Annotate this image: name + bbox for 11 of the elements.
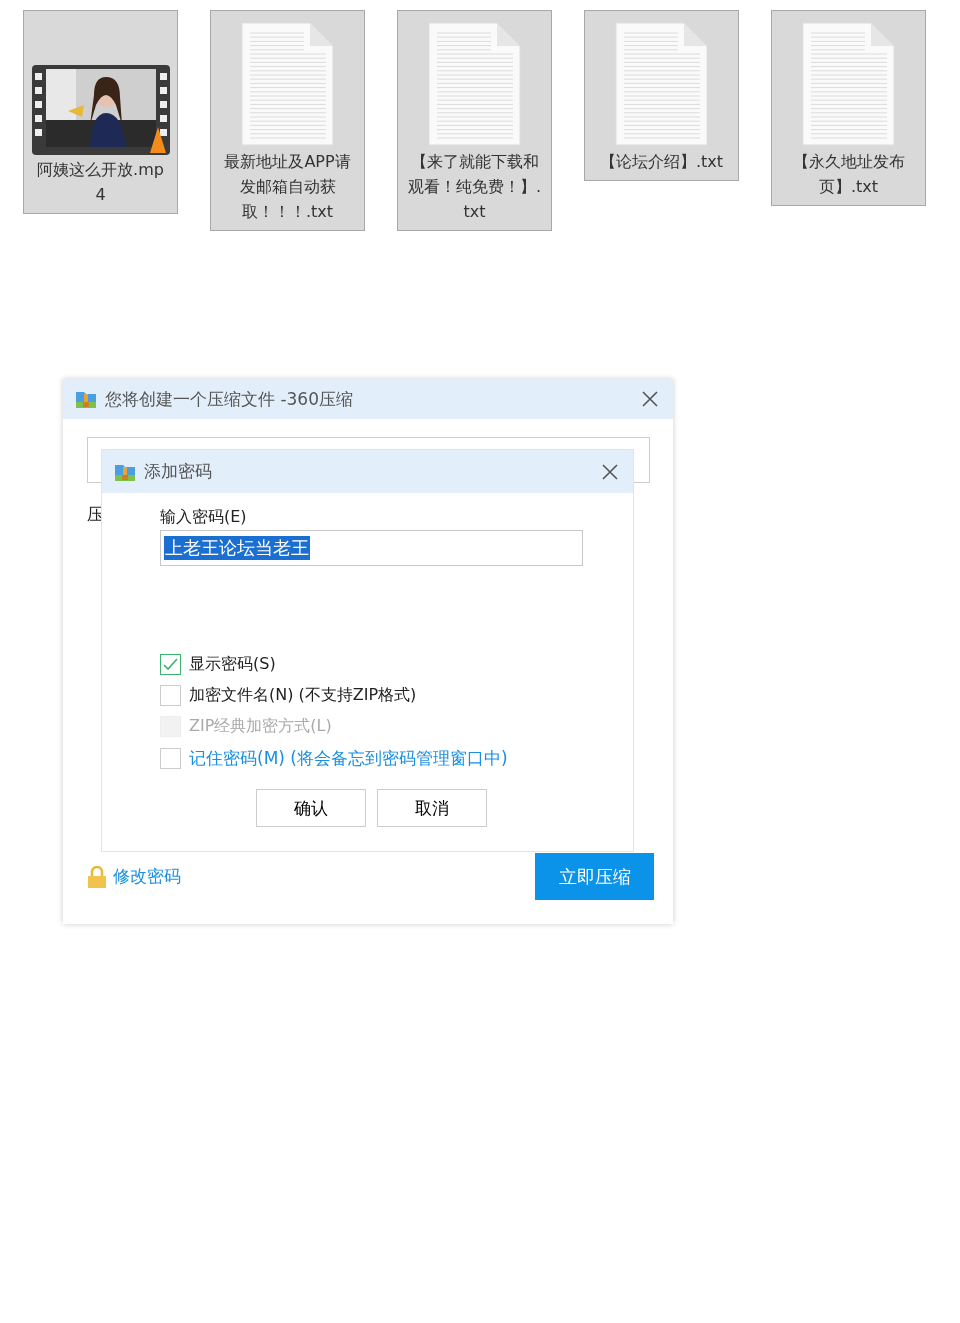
file-name: 阿姨这么开放.mp4 — [36, 159, 165, 206]
field-label: 输入密码(E) — [160, 507, 248, 528]
window-title: 添加密码 — [144, 460, 213, 483]
file-name: 【来了就能下载和观看！纯免费！】.txt — [407, 151, 542, 223]
option-label: 显示密码(S) — [189, 654, 276, 675]
file-name: 【永久地址发布页】.txt — [791, 151, 906, 198]
option-label: ZIP经典加密方式(L) — [189, 716, 332, 737]
window-title: 您将创建一个压缩文件 -360压缩 — [105, 387, 354, 411]
file-name: 【论坛介绍】.txt — [598, 151, 725, 173]
option-label: 加密文件名(N) (不支持ZIP格式) — [189, 685, 417, 706]
file-name: 最新地址及APP请发邮箱自动获取！！！.txt — [223, 151, 352, 223]
